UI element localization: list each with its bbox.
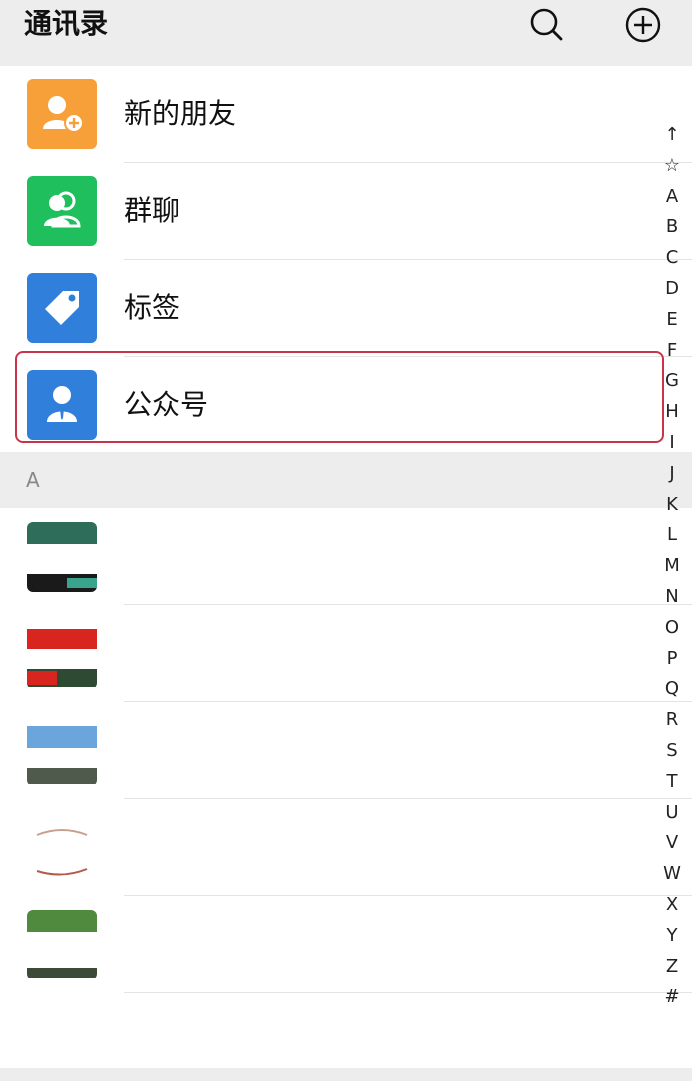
search-icon[interactable]: [528, 6, 564, 42]
index-letter[interactable]: F: [656, 336, 688, 367]
index-letter[interactable]: E: [656, 305, 688, 336]
index-letter[interactable]: T: [656, 767, 688, 798]
avatar: [27, 1007, 97, 1077]
section-letter: A: [26, 468, 40, 492]
index-letter[interactable]: G: [656, 366, 688, 397]
top-bar: 通讯录: [0, 0, 692, 66]
index-letter[interactable]: M: [656, 551, 688, 582]
section-header-a: A: [0, 452, 692, 508]
page-title: 通讯录: [24, 7, 109, 40]
index-letter[interactable]: ↑: [656, 120, 688, 151]
index-letter[interactable]: X: [656, 890, 688, 921]
index-letter[interactable]: I: [656, 428, 688, 459]
avatar: [27, 716, 97, 786]
menu-label: 群聊: [124, 194, 181, 227]
index-letter[interactable]: S: [656, 736, 688, 767]
index-letter[interactable]: K: [656, 490, 688, 521]
index-letter[interactable]: R: [656, 705, 688, 736]
avatar: [27, 813, 97, 883]
menu-group-chats[interactable]: 群聊: [0, 163, 692, 260]
index-letter[interactable]: O: [656, 613, 688, 644]
avatar: [27, 910, 97, 980]
contact-row[interactable]: [0, 799, 692, 896]
contact-row[interactable]: [0, 702, 692, 799]
menu-label: 标签: [124, 291, 181, 324]
alphabet-index[interactable]: ↑ ☆ A B C D E F G H I J K L M N O P Q R S T U V W X Y Z #: [656, 120, 688, 1013]
index-letter[interactable]: N: [656, 582, 688, 613]
index-letter[interactable]: ☆: [656, 151, 688, 182]
avatar: [27, 619, 97, 689]
contact-row[interactable]: [0, 508, 692, 605]
contact-row[interactable]: [0, 896, 692, 993]
add-friend-icon: [27, 79, 97, 149]
bottom-bar: [0, 1068, 692, 1081]
group-chat-icon: [27, 176, 97, 246]
menu-new-friends[interactable]: 新的朋友: [0, 66, 692, 163]
index-letter[interactable]: Z: [656, 952, 688, 983]
index-letter[interactable]: Y: [656, 921, 688, 952]
index-letter[interactable]: J: [656, 459, 688, 490]
index-letter[interactable]: C: [656, 243, 688, 274]
index-letter[interactable]: B: [656, 212, 688, 243]
index-letter[interactable]: W: [656, 859, 688, 890]
contact-row[interactable]: [0, 605, 692, 702]
menu-label: 新的朋友: [124, 97, 237, 130]
index-letter[interactable]: A: [656, 182, 688, 213]
menu-tags[interactable]: 标签: [0, 260, 692, 357]
index-letter[interactable]: P: [656, 644, 688, 675]
plus-circle-icon[interactable]: [624, 6, 661, 43]
index-letter[interactable]: L: [656, 520, 688, 551]
index-letter[interactable]: D: [656, 274, 688, 305]
index-letter[interactable]: #: [656, 982, 688, 1013]
index-letter[interactable]: Q: [656, 674, 688, 705]
index-letter[interactable]: U: [656, 798, 688, 829]
tag-icon: [27, 273, 97, 343]
index-letter[interactable]: V: [656, 828, 688, 859]
index-letter[interactable]: H: [656, 397, 688, 428]
avatar: [27, 522, 97, 592]
highlight-box: [15, 351, 664, 443]
